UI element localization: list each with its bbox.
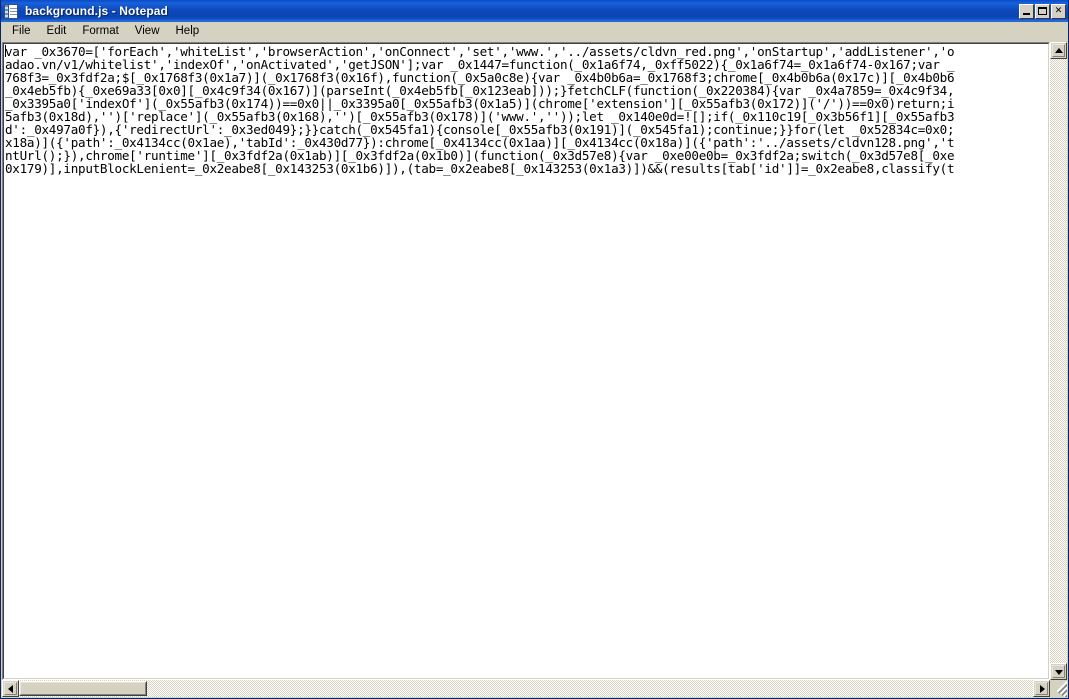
horizontal-scrollbar[interactable] [2, 680, 1050, 697]
notepad-window: background.js - Notepad ✕ File Edit Form… [0, 0, 1069, 699]
notepad-icon [4, 3, 20, 19]
editor-row: var _0x3670=['forEach','whiteList','brow… [2, 42, 1067, 680]
close-icon: ✕ [1054, 5, 1063, 16]
close-button[interactable]: ✕ [1051, 3, 1066, 19]
minimize-button[interactable] [1019, 3, 1034, 19]
resize-grip[interactable] [1050, 680, 1067, 697]
scroll-right-arrow-icon[interactable] [1033, 680, 1050, 697]
window-controls: ✕ [1019, 3, 1067, 19]
window-title: background.js - Notepad [25, 4, 168, 18]
text-editor[interactable]: var _0x3670=['forEach','whiteList','brow… [2, 42, 1050, 680]
menu-item-format[interactable]: Format [74, 23, 126, 41]
horizontal-scrollbar-row [2, 680, 1067, 697]
menu-item-view[interactable]: View [127, 23, 168, 41]
vertical-scrollbar[interactable] [1050, 42, 1067, 680]
scroll-left-arrow-icon[interactable] [2, 680, 19, 697]
menu-item-file[interactable]: File [4, 23, 39, 41]
vertical-scroll-track[interactable] [1050, 59, 1067, 663]
horizontal-scroll-thumb[interactable] [19, 681, 147, 696]
code-line: 0x179)],inputBlockLenient=_0x2eabe8[_0x1… [5, 161, 955, 176]
menu-item-edit[interactable]: Edit [39, 23, 75, 41]
scroll-up-arrow-icon[interactable] [1050, 42, 1067, 59]
title-bar[interactable]: background.js - Notepad ✕ [1, 0, 1068, 22]
editor-text[interactable]: var _0x3670=['forEach','whiteList','brow… [5, 45, 1048, 678]
menu-item-help[interactable]: Help [168, 23, 208, 41]
scroll-down-arrow-icon[interactable] [1050, 663, 1067, 680]
maximize-button[interactable] [1035, 3, 1050, 19]
client-area: var _0x3670=['forEach','whiteList','brow… [1, 42, 1068, 698]
menu-bar: File Edit Format View Help [1, 22, 1068, 42]
